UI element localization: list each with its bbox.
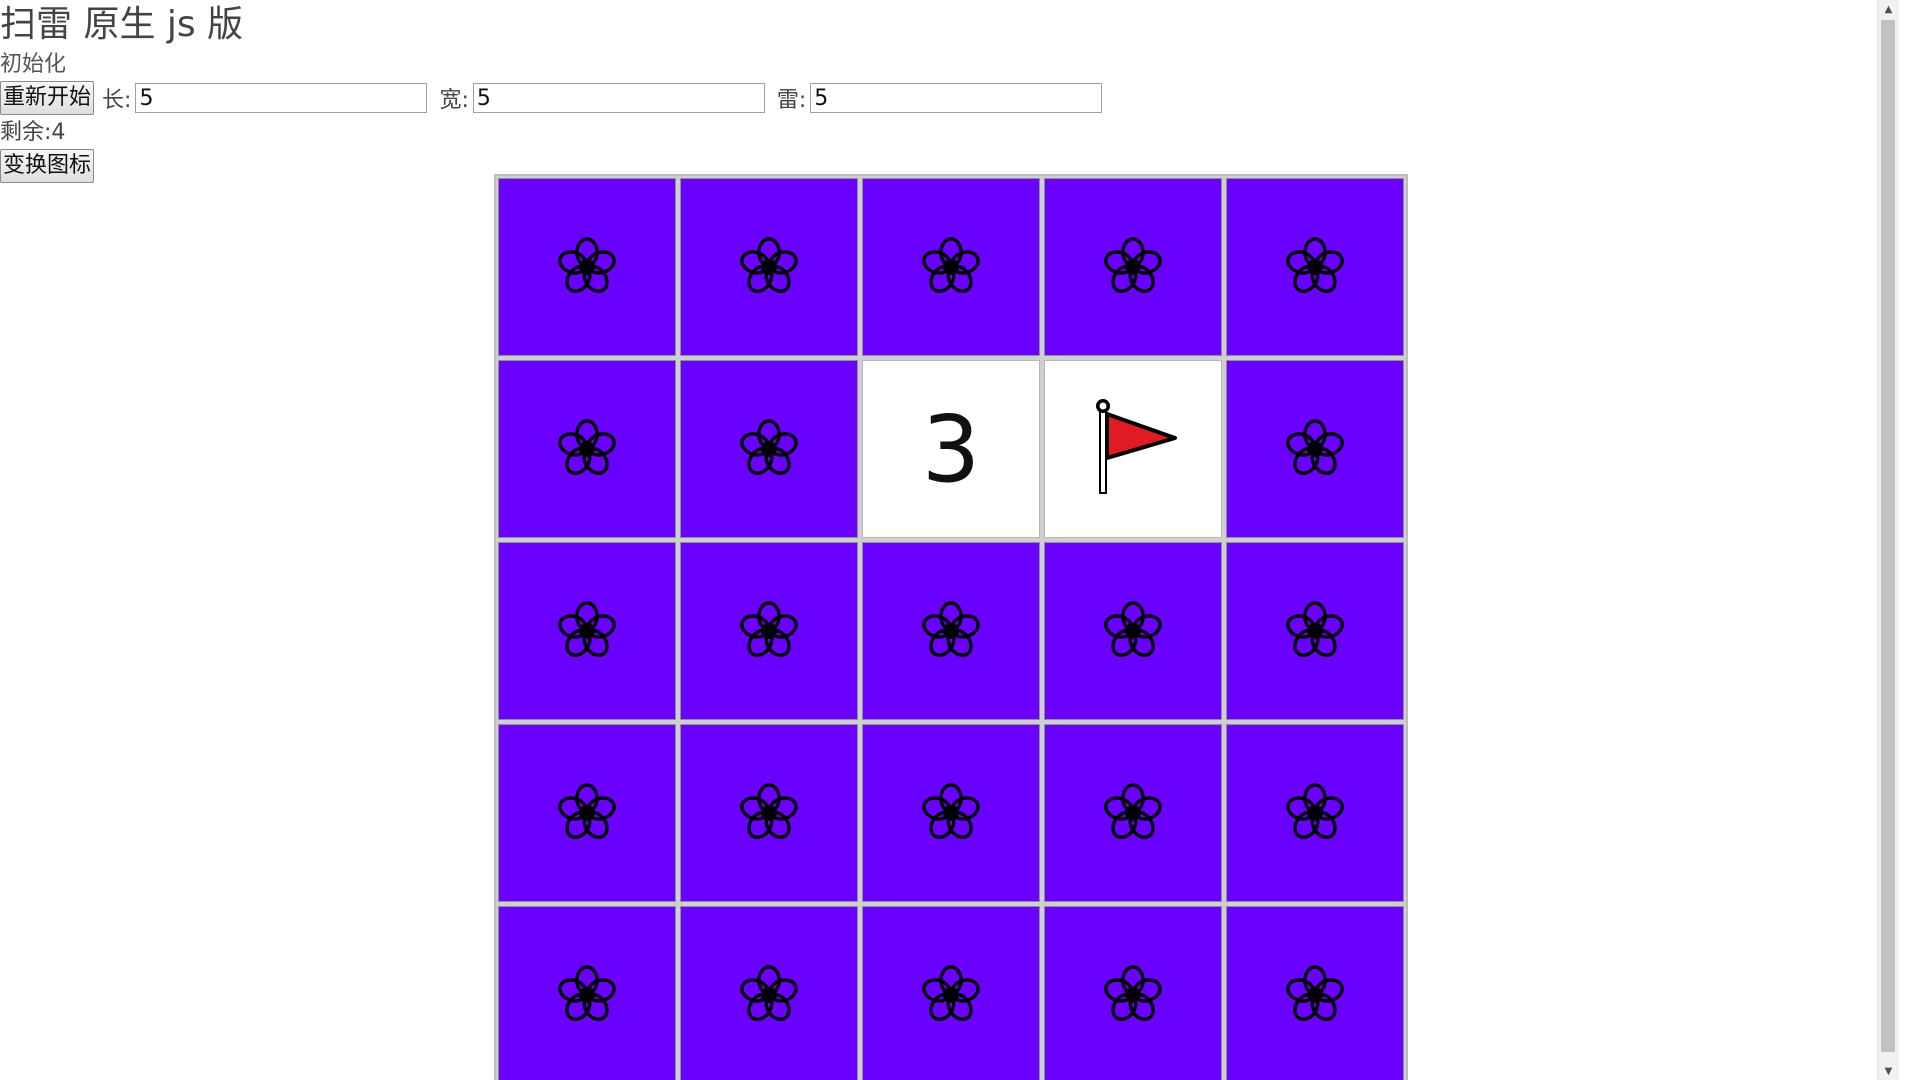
covered-cell[interactable] xyxy=(1044,542,1222,720)
covered-cell[interactable] xyxy=(1226,360,1404,538)
flag-icon xyxy=(1083,394,1183,504)
remaining-label: 剩余: xyxy=(0,120,52,145)
flower-icon xyxy=(1279,595,1351,667)
page-title: 扫雷 原生 js 版 xyxy=(0,4,244,45)
covered-cell[interactable] xyxy=(498,724,676,902)
covered-cell[interactable] xyxy=(1226,724,1404,902)
covered-cell[interactable] xyxy=(862,178,1040,356)
flower-icon xyxy=(1279,413,1351,485)
flower-icon xyxy=(551,777,623,849)
covered-cell[interactable] xyxy=(498,542,676,720)
flower-icon xyxy=(915,959,987,1031)
covered-cell[interactable] xyxy=(680,724,858,902)
flower-icon xyxy=(915,595,987,667)
flower-icon xyxy=(551,231,623,303)
covered-cell[interactable] xyxy=(498,178,676,356)
scroll-down-icon[interactable]: ▼ xyxy=(1878,1062,1899,1080)
width-label: 宽: xyxy=(439,88,469,113)
mines-input[interactable] xyxy=(810,83,1103,113)
flower-icon xyxy=(915,777,987,849)
covered-cell[interactable] xyxy=(1044,906,1222,1080)
flower-icon xyxy=(1097,595,1169,667)
flower-icon xyxy=(1279,777,1351,849)
flower-icon xyxy=(1279,959,1351,1031)
covered-cell[interactable] xyxy=(498,906,676,1080)
flower-icon xyxy=(551,595,623,667)
flower-icon xyxy=(733,959,805,1031)
cell-number: 3 xyxy=(921,395,981,503)
flower-icon xyxy=(1097,959,1169,1031)
covered-cell[interactable] xyxy=(1226,542,1404,720)
covered-cell[interactable] xyxy=(680,360,858,538)
minesweeper-page: 扫雷 原生 js 版 初始化 重新开始 长: 宽: 雷: 剩余:4 变换图标 3… xyxy=(0,0,1899,1080)
status-text: 初始化 xyxy=(0,52,67,77)
covered-cell[interactable] xyxy=(680,542,858,720)
flower-icon xyxy=(733,231,805,303)
flower-icon xyxy=(1097,777,1169,849)
covered-cell[interactable] xyxy=(680,178,858,356)
width-input[interactable] xyxy=(472,83,765,113)
covered-cell[interactable] xyxy=(1226,906,1404,1080)
length-label: 长: xyxy=(102,88,132,113)
restart-button[interactable]: 重新开始 xyxy=(0,81,95,115)
flower-icon xyxy=(733,413,805,485)
remaining-counter: 剩余:4 xyxy=(0,118,1899,148)
flower-icon xyxy=(733,777,805,849)
covered-cell[interactable] xyxy=(1226,178,1404,356)
flower-icon xyxy=(1279,231,1351,303)
flower-icon xyxy=(733,595,805,667)
settings-bar: 重新开始 长: 宽: 雷: xyxy=(0,80,1899,116)
flower-icon xyxy=(551,413,623,485)
scroll-up-icon[interactable]: ▲ xyxy=(1878,0,1899,18)
scrollbar-thumb[interactable] xyxy=(1881,20,1895,1052)
remaining-value: 4 xyxy=(51,120,66,145)
covered-cell[interactable] xyxy=(862,542,1040,720)
length-input[interactable] xyxy=(135,83,428,113)
switch-icon-button[interactable]: 变换图标 xyxy=(0,149,95,183)
vertical-scrollbar[interactable]: ▲ ▼ xyxy=(1877,0,1899,1080)
flower-icon xyxy=(1097,231,1169,303)
game-board: 3 xyxy=(494,174,1408,1080)
flagged-cell[interactable] xyxy=(1044,360,1222,538)
covered-cell[interactable] xyxy=(680,906,858,1080)
covered-cell[interactable] xyxy=(498,360,676,538)
covered-cell[interactable] xyxy=(862,906,1040,1080)
covered-cell[interactable] xyxy=(1044,724,1222,902)
covered-cell[interactable] xyxy=(862,724,1040,902)
flower-icon xyxy=(551,959,623,1031)
covered-cell[interactable] xyxy=(1044,178,1222,356)
mines-label: 雷: xyxy=(776,88,807,113)
revealed-cell[interactable]: 3 xyxy=(862,360,1040,538)
flower-icon xyxy=(915,231,987,303)
